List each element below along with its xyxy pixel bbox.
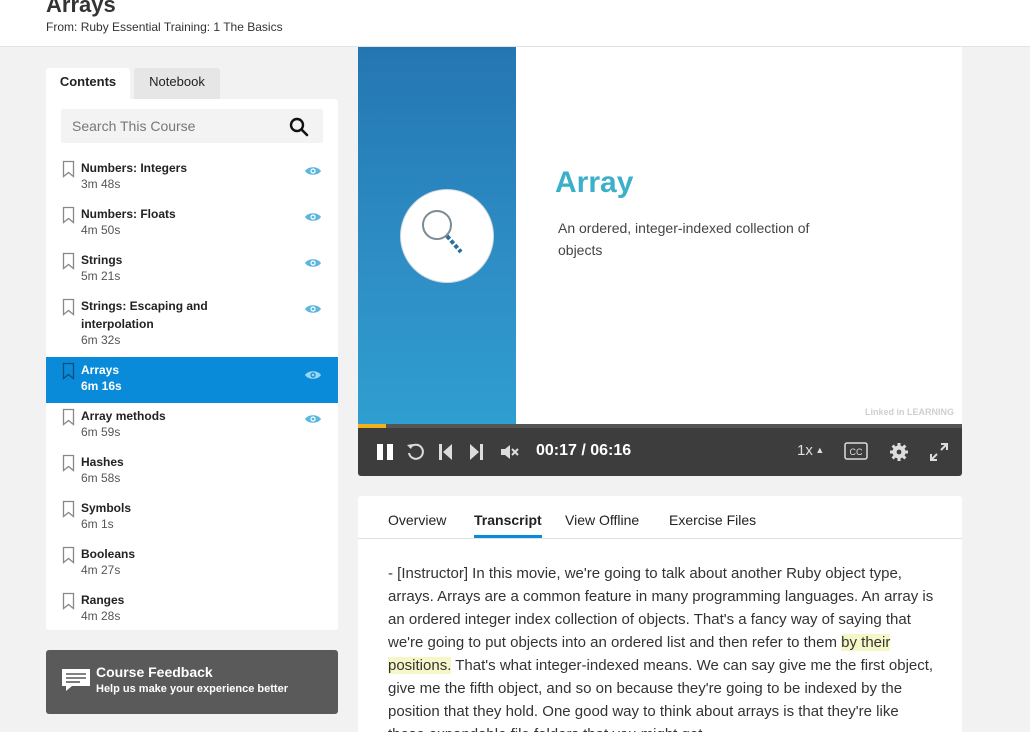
slide-heading: Array bbox=[555, 166, 634, 199]
course-link[interactable]: Ruby Essential Training: 1 The Basics bbox=[81, 20, 283, 34]
previous-icon[interactable] bbox=[438, 443, 454, 461]
bookmark-icon[interactable] bbox=[62, 206, 75, 224]
next-icon[interactable] bbox=[468, 443, 484, 461]
replay-icon[interactable] bbox=[406, 443, 424, 461]
item-duration: 6m 32s bbox=[81, 333, 121, 347]
active-tab-indicator bbox=[474, 535, 542, 538]
list-item-active[interactable]: Arrays 6m 16s bbox=[46, 357, 338, 403]
bookmark-icon[interactable] bbox=[62, 252, 75, 270]
speed-label: 1x bbox=[797, 442, 813, 459]
tab-notebook[interactable]: Notebook bbox=[134, 68, 220, 99]
search-input[interactable] bbox=[61, 109, 282, 143]
eye-icon bbox=[305, 167, 321, 175]
time-display: 00:17 / 06:16 bbox=[536, 442, 632, 459]
player-controls: 00:17 / 06:16 1x ▲ CC bbox=[358, 428, 962, 476]
settings-gear-icon[interactable] bbox=[889, 442, 909, 462]
playback-speed[interactable]: 1x ▲ bbox=[797, 442, 824, 459]
tab-transcript[interactable]: Transcript bbox=[474, 512, 542, 528]
course-feedback-button[interactable]: Course Feedback Help us make your experi… bbox=[46, 650, 338, 714]
page-title: Arrays bbox=[46, 0, 116, 17]
search-icon[interactable] bbox=[289, 117, 309, 137]
item-title: Array methods bbox=[81, 409, 166, 423]
item-title: Numbers: Integers bbox=[81, 161, 188, 175]
tab-view-offline[interactable]: View Offline bbox=[565, 512, 639, 528]
fullscreen-icon[interactable] bbox=[930, 443, 948, 461]
transcript-text[interactable]: - [Instructor] In this movie, we're goin… bbox=[388, 562, 936, 732]
eye-icon bbox=[305, 371, 321, 379]
from-label: From: bbox=[46, 20, 78, 34]
chat-icon bbox=[62, 669, 90, 691]
content-tabs: Overview Transcript View Offline Exercis… bbox=[358, 496, 962, 539]
item-title: Numbers: Floats bbox=[81, 207, 176, 221]
header: Arrays From: Ruby Essential Training: 1 … bbox=[0, 0, 1030, 47]
magnifier-graphic bbox=[400, 189, 494, 283]
slide-band bbox=[358, 47, 516, 425]
item-duration: 4m 27s bbox=[81, 563, 121, 577]
eye-icon bbox=[305, 415, 321, 423]
eye-icon bbox=[305, 259, 321, 267]
item-title: Strings: Escaping and interpolation bbox=[81, 299, 208, 331]
bookmark-icon[interactable] bbox=[62, 454, 75, 472]
tab-overview[interactable]: Overview bbox=[388, 512, 446, 528]
item-title: Hashes bbox=[81, 455, 124, 469]
magnifier-icon bbox=[422, 210, 463, 254]
list-item[interactable]: Numbers: Floats 4m 50s bbox=[46, 201, 338, 247]
item-duration: 5m 21s bbox=[81, 269, 121, 283]
list-item[interactable]: Strings 5m 21s bbox=[46, 247, 338, 293]
item-title: Symbols bbox=[81, 501, 132, 515]
list-item[interactable]: Ranges 4m 28s bbox=[46, 587, 338, 630]
list-item[interactable]: Array methods 6m 59s bbox=[46, 403, 338, 449]
video-player[interactable]: Array An ordered, integer-indexed collec… bbox=[358, 47, 962, 425]
list-item[interactable]: Hashes 6m 58s bbox=[46, 449, 338, 495]
tab-exercise-files[interactable]: Exercise Files bbox=[669, 512, 756, 528]
closed-captions-icon[interactable]: CC bbox=[844, 442, 868, 460]
svg-text:CC: CC bbox=[850, 447, 863, 457]
eye-icon bbox=[305, 213, 321, 221]
mute-icon[interactable] bbox=[500, 443, 520, 461]
item-duration: 6m 58s bbox=[81, 471, 121, 485]
item-duration: 4m 28s bbox=[81, 609, 121, 623]
bookmark-icon[interactable] bbox=[62, 592, 75, 610]
item-title: Ranges bbox=[81, 593, 125, 607]
eye-icon bbox=[305, 305, 321, 313]
pause-icon[interactable] bbox=[376, 443, 394, 461]
content-card: Overview Transcript View Offline Exercis… bbox=[358, 496, 962, 732]
bookmark-icon[interactable] bbox=[62, 546, 75, 564]
item-duration: 6m 1s bbox=[81, 517, 114, 531]
transcript-segment: That's what integer-indexed means. We ca… bbox=[388, 657, 934, 732]
tab-contents[interactable]: Contents bbox=[46, 68, 130, 99]
item-duration: 4m 50s bbox=[81, 223, 121, 237]
watermark: Linked in LEARNING bbox=[864, 407, 954, 417]
slide-text: An ordered, integer-indexed collection o… bbox=[558, 220, 810, 258]
bookmark-icon[interactable] bbox=[62, 160, 75, 178]
item-title: Strings bbox=[81, 253, 123, 267]
search-box bbox=[61, 109, 323, 143]
list-item[interactable]: Strings: Escaping and interpolation 6m 3… bbox=[46, 293, 338, 357]
list-item[interactable]: Symbols 6m 1s bbox=[46, 495, 338, 541]
bookmark-icon[interactable] bbox=[62, 500, 75, 518]
course-source: From: Ruby Essential Training: 1 The Bas… bbox=[46, 20, 283, 34]
video-list: Numbers: Integers 3m 48s Numbers: Floats… bbox=[46, 155, 338, 630]
list-item[interactable]: Booleans 4m 27s bbox=[46, 541, 338, 587]
item-duration: 3m 48s bbox=[81, 177, 121, 191]
bookmark-icon[interactable] bbox=[62, 408, 75, 426]
caret-up-icon: ▲ bbox=[812, 445, 825, 455]
item-duration: 6m 16s bbox=[81, 379, 122, 393]
bookmark-icon[interactable] bbox=[62, 298, 75, 316]
list-item[interactable]: Numbers: Integers 3m 48s bbox=[46, 155, 338, 201]
contents-panel: Numbers: Integers 3m 48s Numbers: Floats… bbox=[46, 99, 338, 630]
item-title: Arrays bbox=[81, 363, 120, 377]
item-title: Booleans bbox=[81, 547, 136, 561]
feedback-subtitle: Help us make your experience better bbox=[96, 683, 288, 695]
item-duration: 6m 59s bbox=[81, 425, 121, 439]
feedback-title: Course Feedback bbox=[96, 664, 213, 680]
bookmark-icon[interactable] bbox=[62, 362, 75, 380]
